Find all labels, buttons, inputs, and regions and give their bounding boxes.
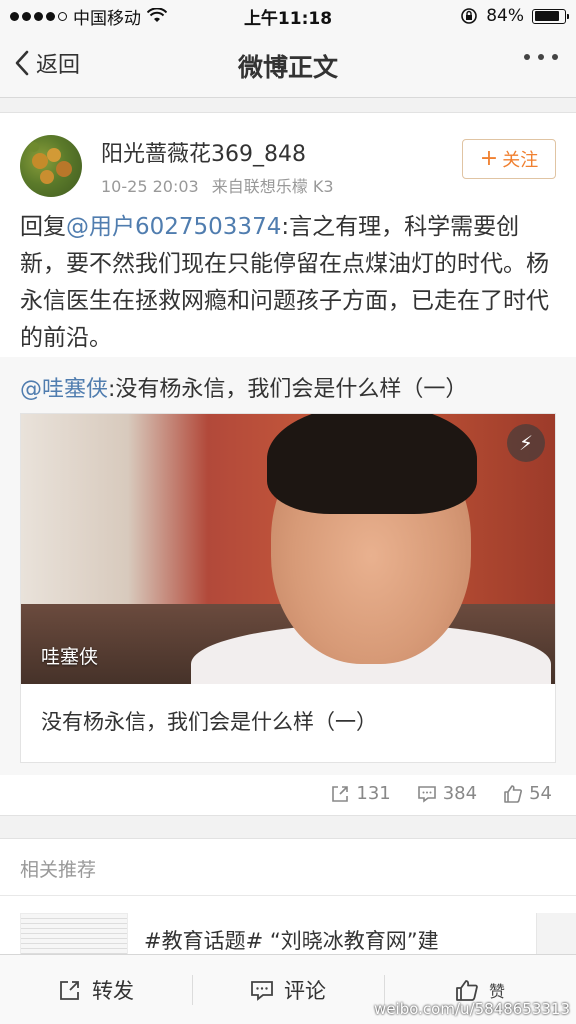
comment-icon (251, 980, 273, 1001)
more-options-button[interactable] (524, 54, 558, 60)
more-dot-icon (552, 54, 558, 60)
video-card[interactable]: ⚡ 哇塞侠 没有杨永信，我们会是什么样（一） (20, 413, 556, 763)
post-timestamp: 10-25 20:03 (101, 177, 199, 196)
related-item-title[interactable]: #教育话题# “刘晓冰教育网”建 (144, 925, 439, 955)
lightning-icon[interactable]: ⚡ (507, 424, 545, 462)
like-count[interactable]: 54 (503, 783, 552, 804)
chevron-left-icon (15, 50, 29, 76)
post-text: 回复@用户6027503374:言之有理，科学需要创新，要不然我们现在只能停留在… (20, 209, 558, 357)
more-dot-icon (538, 54, 544, 60)
back-label: 返回 (36, 53, 81, 78)
nav-bar: 返回 微博正文 (0, 32, 576, 98)
repost-icon (60, 980, 79, 1000)
more-dot-icon (524, 54, 530, 60)
video-thumbnail[interactable]: ⚡ 哇塞侠 (21, 414, 555, 684)
signal-icon (10, 11, 67, 21)
thumbs-up-icon (504, 784, 523, 803)
page-title: 微博正文 (237, 53, 338, 82)
avatar[interactable] (20, 135, 82, 197)
video-author-label: 哇塞侠 (41, 646, 99, 668)
quoted-body: :没有杨永信，我们会是什么样（一） (108, 377, 468, 402)
quoted-post[interactable]: @哇塞侠:没有杨永信，我们会是什么样（一） ⚡ 哇塞侠 没有杨永信，我们会是什么… (0, 357, 576, 775)
thumbs-up-icon (456, 979, 478, 1001)
reply-mention-link[interactable]: @用户6027503374 (66, 214, 281, 240)
related-header: 相关推荐 (20, 859, 97, 881)
battery-percent: 84% (486, 6, 524, 26)
status-bar: 中国移动 上午11:18 84% (0, 0, 576, 32)
post-counts: 131 384 54 (330, 783, 552, 804)
post-source: 来自联想乐檬 K3 (211, 177, 334, 196)
repost-count[interactable]: 131 (330, 783, 391, 804)
quoted-text: @哇塞侠:没有杨永信，我们会是什么样（一） (20, 371, 467, 403)
post-meta: 10-25 20:03 来自联想乐檬 K3 (101, 173, 334, 197)
battery-icon (532, 8, 569, 24)
post-card: 阳光蔷薇花369_848 10-25 20:03 来自联想乐檬 K3 + 关注 … (0, 112, 576, 816)
username[interactable]: 阳光蔷薇花369_848 (101, 136, 306, 168)
quoted-mention-link[interactable]: @哇塞侠 (20, 377, 108, 402)
plus-icon: + (479, 146, 499, 171)
carrier-label: 中国移动 (73, 8, 141, 29)
follow-button[interactable]: + 关注 (462, 139, 556, 179)
wifi-icon (147, 8, 167, 22)
comment-icon (417, 785, 436, 803)
avatar-image (29, 142, 72, 184)
comment-button[interactable]: 评论 (192, 955, 384, 1024)
weibo-watermark: weibo.com/u/5848653313 (374, 1000, 570, 1018)
video-caption[interactable]: 没有杨永信，我们会是什么样（一） (41, 706, 377, 736)
repost-icon (332, 785, 349, 802)
reply-prefix: 回复 (20, 214, 66, 240)
bottom-toolbar: 转发 评论 赞 weibo.com/u/5848653313 (0, 954, 576, 1024)
follow-label: 关注 (502, 150, 539, 171)
rotation-lock-icon (461, 8, 478, 24)
repost-button[interactable]: 转发 (0, 955, 192, 1024)
back-button[interactable]: 返回 (14, 47, 80, 79)
comment-count[interactable]: 384 (417, 783, 477, 804)
